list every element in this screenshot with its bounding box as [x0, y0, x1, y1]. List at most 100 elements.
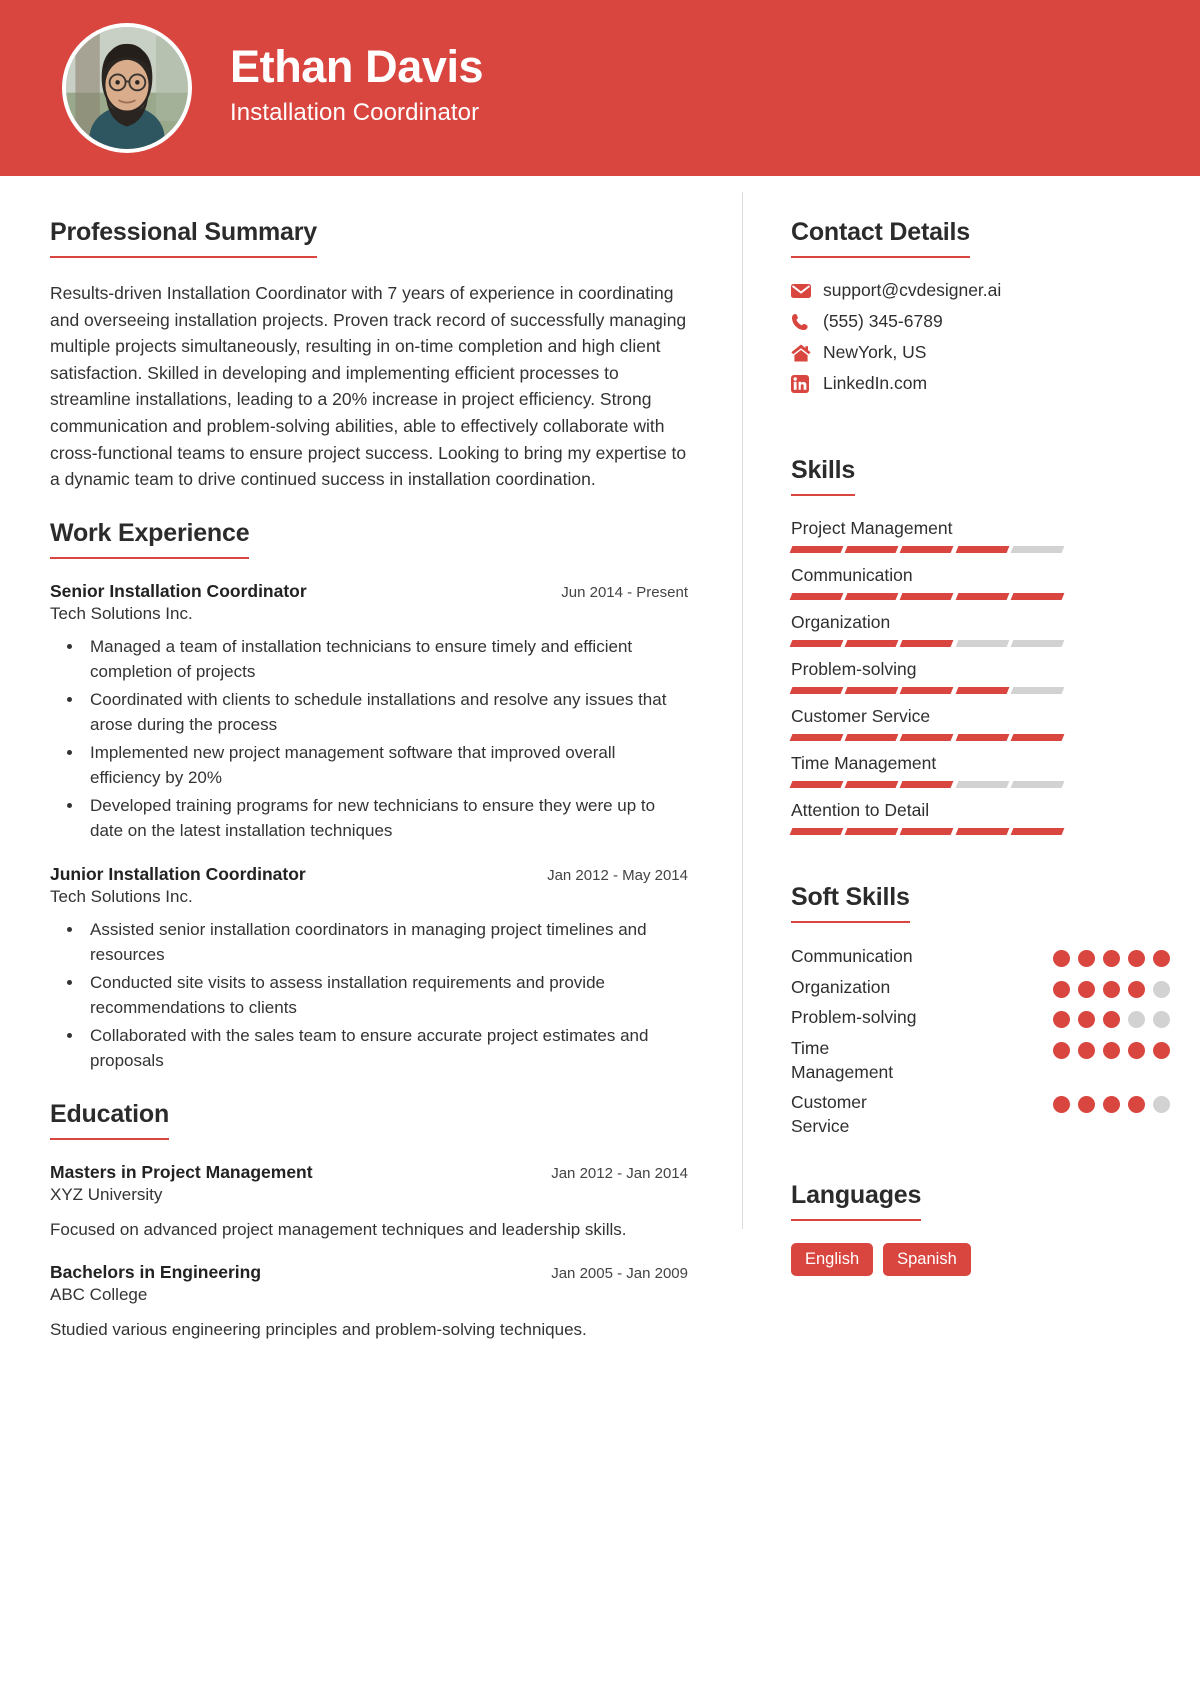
rating-dot — [1078, 1011, 1095, 1029]
list-item: Collaborated with the sales team to ensu… — [84, 1023, 688, 1074]
skill-segment — [1010, 640, 1065, 647]
experience-org: Tech Solutions Inc. — [50, 603, 193, 623]
contact-item-phone[interactable]: (555) 345-6789 — [791, 311, 1170, 332]
section-skills: Skills Project Management Communication … — [789, 456, 1170, 835]
skill-segment — [1010, 828, 1065, 835]
skill-segment — [1010, 734, 1065, 741]
skill-item: Project Management — [789, 518, 1170, 553]
education-description: Focused on advanced project management t… — [50, 1219, 627, 1239]
experience-date: Jun 2014 - Present — [561, 583, 688, 601]
rating-dot — [1078, 1041, 1095, 1059]
skill-segment — [1010, 687, 1065, 694]
skill-item: Time Management — [789, 753, 1170, 788]
skill-segment — [844, 781, 899, 788]
skill-segment — [899, 734, 955, 741]
soft-skill-label: Problem-solving — [791, 1007, 917, 1028]
rating-dot — [1128, 980, 1145, 998]
experience-bullets: Assisted senior installation coordinator… — [50, 917, 688, 1074]
soft-skills-list: Communication Organization Problem-solvi… — [791, 945, 1170, 1138]
soft-skill-rating — [1053, 1006, 1170, 1029]
skill-item: Problem-solving — [789, 659, 1170, 694]
skill-label: Attention to Detail — [791, 800, 930, 820]
education-heading: Education — [50, 1100, 169, 1140]
skill-segment — [844, 687, 899, 694]
header-text: Ethan Davis Installation Coordinator — [230, 42, 484, 134]
rating-dot — [1078, 1096, 1095, 1114]
rating-dot — [1103, 1011, 1120, 1029]
soft-skill-item: Organization — [791, 976, 1170, 1000]
skill-segment — [899, 640, 955, 647]
experience-entry: Senior Installation Coordinator Jun 2014… — [50, 581, 688, 844]
skill-segment — [844, 593, 899, 600]
skill-meter — [789, 781, 1065, 788]
contact-value: support@cvdesigner.ai — [823, 280, 1002, 300]
skill-segment — [1010, 546, 1065, 553]
experience-title: Junior Installation Coordinator — [50, 863, 306, 884]
soft-skill-label: Time Management — [791, 1037, 894, 1082]
skill-segment — [789, 781, 844, 788]
skill-segment — [844, 828, 899, 835]
skill-label: Organization — [791, 612, 891, 632]
rating-dot — [1078, 950, 1095, 967]
rating-dot — [1053, 950, 1070, 967]
home-icon — [791, 344, 817, 362]
skill-segment — [955, 640, 1010, 647]
skill-segment — [899, 781, 955, 788]
soft-skills-heading: Soft Skills — [791, 883, 910, 923]
list-item: Conducted site visits to assess installa… — [84, 970, 688, 1021]
rating-dot — [1128, 1041, 1145, 1059]
rating-dot — [1153, 1096, 1170, 1114]
skill-segment — [955, 687, 1010, 694]
skill-meter — [789, 593, 1065, 600]
phone-icon — [791, 313, 817, 331]
rating-dot — [1128, 950, 1145, 967]
job-title: Installation Coordinator — [230, 99, 480, 127]
education-org: ABC College — [50, 1285, 148, 1305]
summary-text: Results-driven Installation Coordinator … — [50, 283, 687, 490]
skill-label: Time Management — [791, 753, 937, 773]
contact-item-linkedin[interactable]: LinkedIn.com — [791, 373, 1170, 394]
rating-dot — [1053, 1041, 1070, 1059]
experience-title: Senior Installation Coordinator — [50, 580, 307, 601]
education-entry: Bachelors in Engineering Jan 2005 - Jan … — [50, 1262, 688, 1343]
contact-item-email[interactable]: support@cvdesigner.ai — [791, 280, 1170, 301]
envelope-icon — [791, 283, 817, 299]
section-professional-summary: Professional Summary Results-driven Inst… — [50, 218, 688, 493]
contact-value: NewYork, US — [823, 342, 927, 362]
skill-segment — [955, 734, 1010, 741]
section-soft-skills: Soft Skills Communication Organization P… — [791, 883, 1170, 1138]
skill-segment — [789, 828, 844, 835]
education-title: Bachelors in Engineering — [50, 1262, 262, 1283]
section-education: Education Masters in Project Management … — [50, 1100, 688, 1343]
rating-dot — [1053, 980, 1070, 998]
soft-skill-label: Customer Service — [791, 1092, 867, 1136]
rating-dot — [1103, 980, 1120, 998]
soft-skill-rating — [1053, 976, 1170, 998]
rating-dot — [1153, 980, 1170, 998]
contact-value: (555) 345-6789 — [823, 311, 943, 331]
contact-item-location[interactable]: NewYork, US — [791, 342, 1170, 363]
contact-value: LinkedIn.com — [823, 373, 928, 393]
linkedin-icon — [791, 374, 817, 393]
skill-segment — [899, 546, 955, 553]
skill-segment — [1010, 781, 1065, 788]
skill-segment — [844, 640, 899, 647]
skill-meter — [789, 546, 1065, 553]
list-item: Assisted senior installation coordinator… — [84, 917, 688, 968]
skill-label: Project Management — [791, 518, 953, 538]
education-description: Studied various engineering principles a… — [50, 1320, 587, 1340]
skill-segment — [955, 781, 1010, 788]
soft-skill-item: Time Management — [791, 1037, 1170, 1084]
skill-item: Attention to Detail — [789, 800, 1170, 835]
skill-item: Organization — [789, 612, 1170, 647]
rating-dot — [1078, 980, 1095, 998]
soft-skill-item: Problem-solving — [791, 1006, 1170, 1030]
soft-skill-item: Customer Service — [791, 1091, 1170, 1138]
education-title: Masters in Project Management — [50, 1161, 313, 1182]
soft-skill-rating — [1053, 945, 1170, 967]
experience-heading: Work Experience — [50, 519, 250, 559]
rating-dot — [1128, 1011, 1145, 1029]
experience-date: Jan 2012 - May 2014 — [547, 866, 688, 884]
education-entry: Masters in Project Management Jan 2012 -… — [50, 1162, 688, 1243]
